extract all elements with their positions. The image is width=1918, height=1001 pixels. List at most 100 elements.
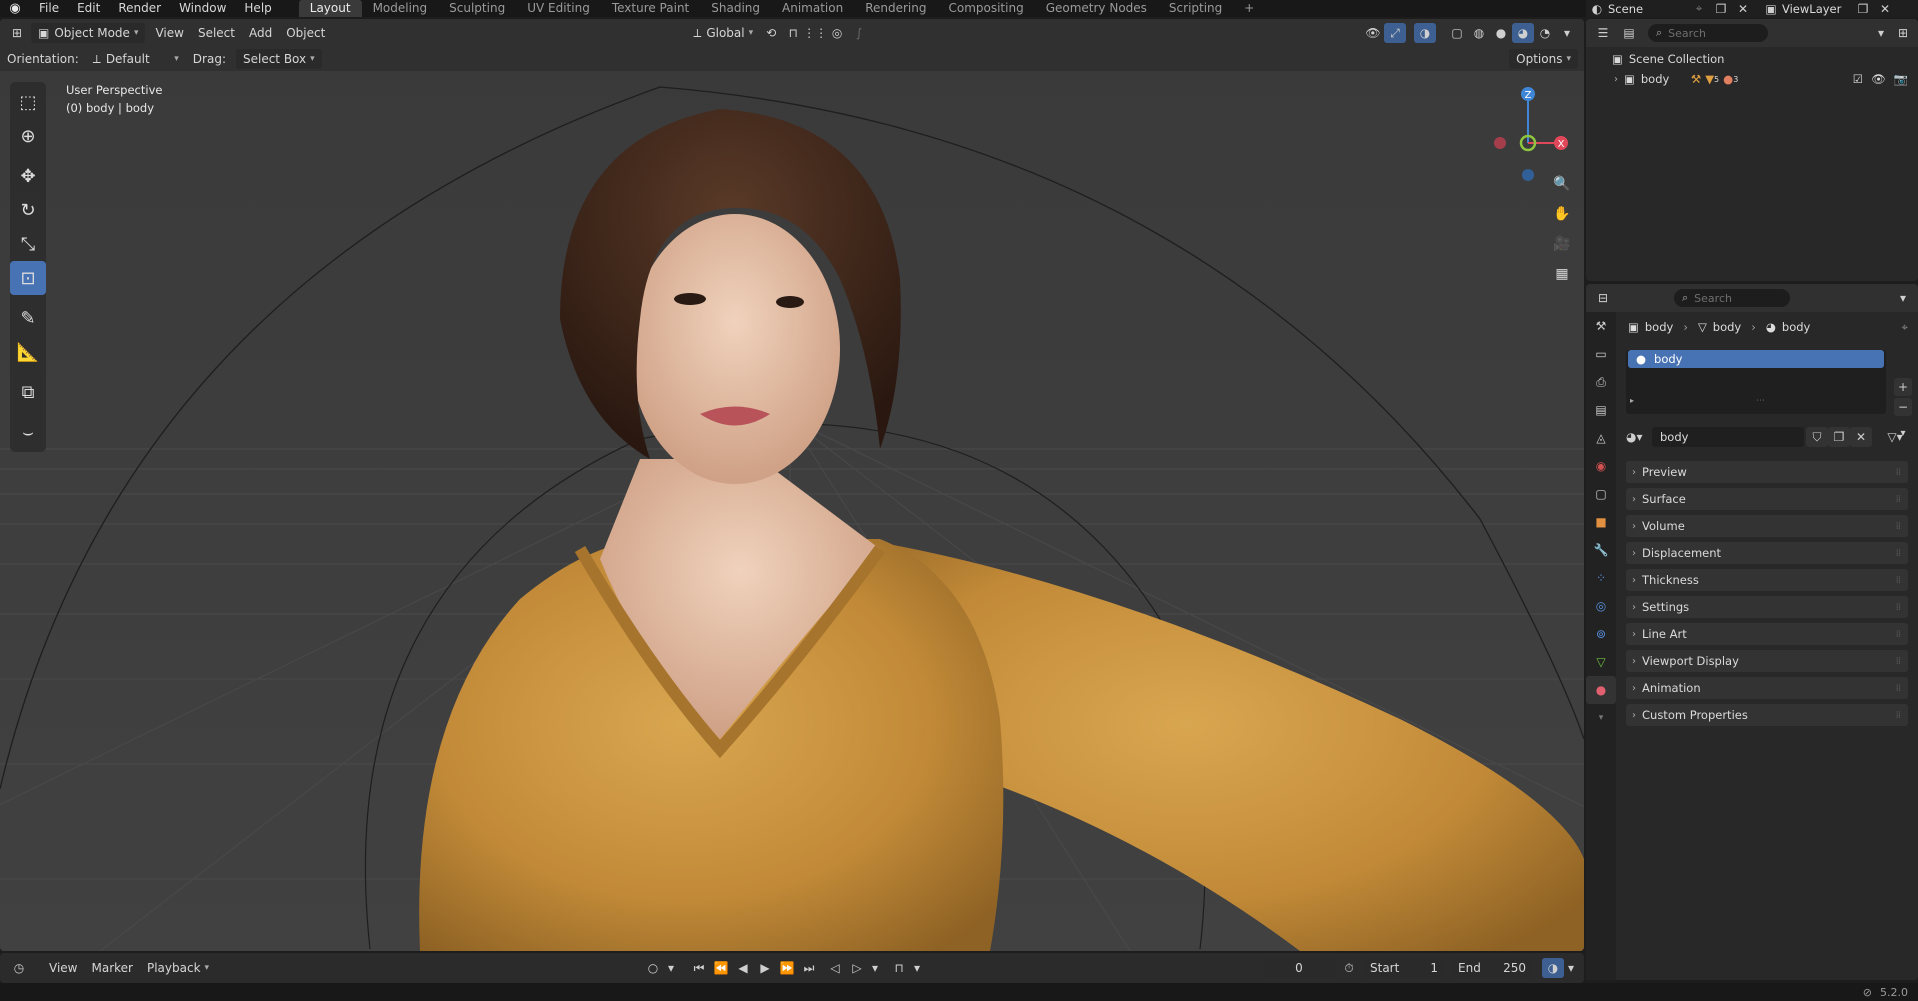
navigation-gizmo[interactable]: Z X [1488,81,1568,181]
tab-layout[interactable]: Layout [298,0,362,17]
outliner-search-input[interactable]: ⌕ Search [1648,24,1768,42]
menu-file[interactable]: File [30,0,68,17]
annotate-tool-icon[interactable]: ✎ [10,301,46,335]
pin-icon[interactable]: ⌖ [1688,0,1710,19]
unlink-material-icon[interactable]: ✕ [1850,427,1872,447]
tab-output-icon[interactable]: ⎙ [1586,368,1616,396]
outliner-editor-icon[interactable]: ☰ [1592,23,1614,43]
display-mode-icon[interactable]: ▤ [1618,23,1640,43]
snap-options-icon[interactable]: ▾ [910,958,924,978]
gizmo-toggle-icon[interactable]: ⤢ [1384,23,1406,43]
cursor-tool-icon[interactable]: ⊕ [10,119,46,153]
next-frame-icon[interactable]: ▷ [846,958,868,978]
overlay-toggle-icon[interactable]: ◑ [1414,23,1436,43]
material-name-field[interactable]: body [1652,427,1804,447]
delete-scene-icon[interactable]: ✕ [1732,0,1754,19]
wireframe-shading-icon[interactable]: ◍ [1468,23,1490,43]
orientation-dropdown[interactable]: ⟂ Default ▾ [86,49,186,69]
timeline-overlay-options-icon[interactable]: ▾ [1564,958,1578,978]
tab-view-layer-icon[interactable]: ▤ [1586,396,1616,424]
drag-grip-icon[interactable]: ⁞⁞ [1896,656,1901,667]
timeline-menu-view[interactable]: View [42,958,84,978]
tab-sculpting[interactable]: Sculpting [438,0,516,17]
axis-neg-x-handle[interactable] [1494,137,1506,149]
properties-search-input[interactable]: ⌕ Search [1674,289,1790,307]
tab-object-icon[interactable]: ■ [1586,508,1616,536]
remove-slot-icon[interactable]: − [1894,398,1912,416]
panel-custom-properties[interactable]: › Custom Properties ⁞⁞ [1626,704,1908,726]
falloff-icon[interactable]: ∫ [848,23,870,43]
scale-tool-icon[interactable]: ⤡ [10,227,46,261]
snap-target-icon[interactable]: ⋮⋮ [803,23,827,43]
rendered-shading-icon[interactable]: ◔ [1534,23,1556,43]
drag-grip-icon[interactable]: ⁞⁞ [1896,521,1901,532]
axis-neg-z-handle[interactable] [1522,169,1534,181]
tab-physics-icon[interactable]: ◎ [1586,592,1616,620]
snap-icon[interactable]: ⊓ [782,23,804,43]
tab-compositing[interactable]: Compositing [937,0,1034,17]
tab-animation[interactable]: Animation [771,0,854,17]
jump-end-icon[interactable]: ⏭ [798,958,820,978]
panel-settings[interactable]: › Settings ⁞⁞ [1626,596,1908,618]
pivot-point-icon[interactable]: ⟲ [760,23,782,43]
timeline-menu-marker[interactable]: Marker [84,958,139,978]
expand-chevron-icon[interactable]: › [1614,74,1618,85]
rotate-tool-icon[interactable]: ↻ [10,193,46,227]
tab-scripting[interactable]: Scripting [1158,0,1233,17]
play-reverse-icon[interactable]: ◀ [732,958,754,978]
fake-user-icon[interactable]: ⛉ [1806,427,1828,447]
transform-orientation-dropdown[interactable]: ⟂ Global ▾ [686,23,760,43]
eye-visibility-icon[interactable]: 👁 [1871,72,1886,86]
panel-preview[interactable]: › Preview ⁞⁞ [1626,461,1908,483]
camera-render-icon[interactable]: 📷 [1894,72,1908,86]
drag-dropdown[interactable]: Select Box ▾ [235,49,322,69]
visibility-icon[interactable]: 👁 [1362,23,1384,43]
playback-options-icon[interactable]: ▾ [868,958,882,978]
duplicate-material-icon[interactable]: ❐ [1828,427,1850,447]
tab-geometry-nodes[interactable]: Geometry Nodes [1035,0,1158,17]
modifier-icon[interactable]: ▼ [1705,72,1714,86]
camera-view-icon[interactable]: 🎥 [1548,229,1576,259]
tab-texture-paint[interactable]: Texture Paint [601,0,700,17]
zoom-icon[interactable]: 🔍 [1548,169,1576,199]
scene-collection-row[interactable]: ▣ Scene Collection [1586,49,1918,69]
timeline-editor-icon[interactable]: ◷ [8,958,30,978]
tab-world-icon[interactable]: ◉ [1586,452,1616,480]
jump-prev-keyframe-icon[interactable]: ⏪ [710,958,732,978]
new-collection-icon[interactable]: ⊞ [1892,23,1914,43]
menu-window[interactable]: Window [170,0,235,17]
tab-material-icon[interactable]: ● [1586,676,1616,704]
properties-editor-icon[interactable]: ⊟ [1592,288,1614,308]
tab-shading[interactable]: Shading [700,0,771,17]
snap-frame-icon[interactable]: ⊓ [888,958,910,978]
add-workspace-icon[interactable]: + [1233,0,1265,17]
panel-surface[interactable]: › Surface ⁞⁞ [1626,488,1908,510]
outliner-row-body[interactable]: › ▣ body ⚒ ▼ 5 ● 3 ☑ 👁 📷 [1586,69,1918,89]
resize-grip-icon[interactable]: ⋯ [1756,396,1765,406]
new-viewlayer-icon[interactable]: ❐ [1852,0,1874,19]
menu-render[interactable]: Render [109,0,170,17]
jump-next-keyframe-icon[interactable]: ⏩ [776,958,798,978]
browse-material-icon[interactable]: ◕▾ [1626,430,1652,444]
drag-grip-icon[interactable]: ⁞⁞ [1896,548,1901,559]
menu-select[interactable]: Select [191,23,242,43]
tab-data-icon[interactable]: ▽ [1586,648,1616,676]
drag-grip-icon[interactable]: ⁞⁞ [1896,494,1901,505]
drag-grip-icon[interactable]: ⁞⁞ [1896,683,1901,694]
tab-collection-icon[interactable]: ▢ [1586,480,1616,508]
material-slot[interactable]: ● body [1628,350,1884,368]
drag-grip-icon[interactable]: ⁞⁞ [1896,575,1901,586]
panel-line-art[interactable]: › Line Art ⁞⁞ [1626,623,1908,645]
tab-more-icon[interactable]: ▾ [1586,704,1616,732]
jump-start-icon[interactable]: ⏮ [688,958,710,978]
selectable-checkbox-icon[interactable]: ☑ [1853,72,1863,86]
expand-list-icon[interactable]: ▸ [1630,396,1634,405]
material-shading-icon[interactable]: ◕ [1512,23,1534,43]
slot-specials-icon[interactable]: ▾ [1894,424,1912,442]
select-box-tool-icon[interactable]: ⬚ [10,85,46,119]
scene-name[interactable]: Scene [1608,2,1688,16]
measure-tool-icon[interactable]: 📐 [10,335,46,369]
panel-viewport-display[interactable]: › Viewport Display ⁞⁞ [1626,650,1908,672]
viewlayer-icon[interactable]: ▣ [1760,0,1782,19]
shading-options-icon[interactable]: ▾ [1556,23,1578,43]
